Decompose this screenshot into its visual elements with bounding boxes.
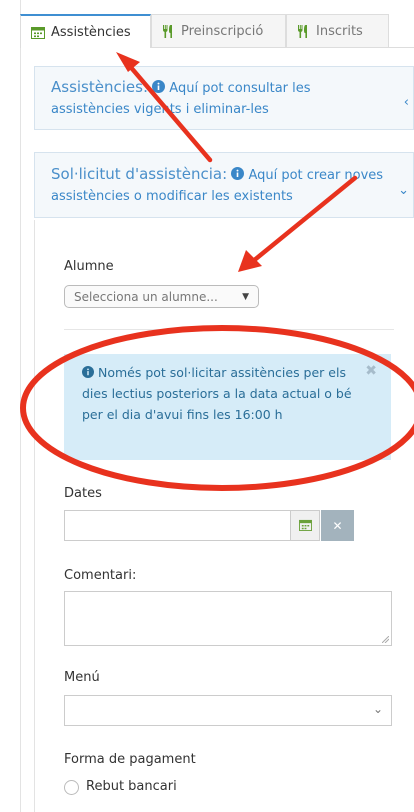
close-icon: ✕ bbox=[332, 518, 343, 533]
panel-header: Sol·licitut d'assistència: Aquí pot crea… bbox=[51, 164, 391, 207]
calendar-button[interactable] bbox=[290, 510, 320, 541]
tab-label: Preinscripció bbox=[181, 23, 264, 39]
radio-rebut-bancari[interactable] bbox=[64, 780, 79, 795]
chevron-left-icon[interactable]: ‹ bbox=[404, 95, 409, 110]
alumne-select[interactable]: Selecciona un alumne... ▼ bbox=[64, 285, 259, 308]
alumne-select-value: Selecciona un alumne... bbox=[74, 289, 218, 304]
resize-handle-icon[interactable] bbox=[382, 636, 389, 643]
menu-select[interactable]: ⌄ bbox=[64, 695, 392, 726]
clear-button[interactable]: ✕ bbox=[321, 510, 354, 541]
panel-solicitud[interactable]: Sol·licitut d'assistència: Aquí pot crea… bbox=[34, 152, 414, 218]
divider bbox=[64, 329, 394, 330]
dates-input[interactable] bbox=[64, 510, 291, 541]
dates-label: Dates bbox=[64, 486, 102, 501]
panel-assistencies[interactable]: Assistències: Aquí pot consultar les ass… bbox=[34, 66, 414, 130]
info-icon bbox=[152, 80, 169, 96]
tab-label: Inscrits bbox=[316, 23, 363, 39]
menu-label: Menú bbox=[64, 670, 100, 685]
tab-assistencies[interactable]: Assistències bbox=[20, 14, 151, 48]
cutlery-icon bbox=[162, 24, 175, 38]
calendar-icon bbox=[31, 26, 45, 39]
info-alert: Només pot sol·licitar assitències per el… bbox=[64, 354, 391, 460]
alumne-label: Alumne bbox=[64, 259, 114, 274]
chevron-down-icon: ⌄ bbox=[372, 702, 383, 716]
tab-preinscripcio[interactable]: Preinscripció bbox=[151, 14, 286, 47]
tab-label: Assistències bbox=[51, 24, 131, 40]
caret-down-icon: ▼ bbox=[242, 291, 249, 302]
panel-title: Sol·licitut d'assistència: bbox=[51, 165, 228, 183]
panel-title: Assistències: bbox=[51, 78, 149, 96]
chevron-down-icon[interactable]: ⌄ bbox=[398, 183, 409, 198]
cutlery-icon bbox=[297, 24, 310, 38]
comentari-textarea[interactable] bbox=[64, 591, 392, 646]
comentari-label: Comentari: bbox=[64, 568, 137, 583]
calendar-icon bbox=[298, 516, 312, 535]
alert-text: Només pot sol·licitar assitències per el… bbox=[82, 365, 352, 422]
left-border bbox=[20, 0, 21, 812]
tab-inscrits[interactable]: Inscrits bbox=[286, 14, 389, 47]
info-icon bbox=[82, 365, 98, 380]
close-icon[interactable]: ✖ bbox=[365, 361, 377, 382]
tab-bar: Assistències Preinscripció Inscrits bbox=[20, 0, 414, 48]
pagament-label: Forma de pagament bbox=[64, 752, 196, 767]
panel-header: Assistències: Aquí pot consultar les ass… bbox=[51, 77, 391, 120]
radio-label: Rebut bancari bbox=[86, 779, 177, 794]
info-icon bbox=[231, 167, 248, 183]
